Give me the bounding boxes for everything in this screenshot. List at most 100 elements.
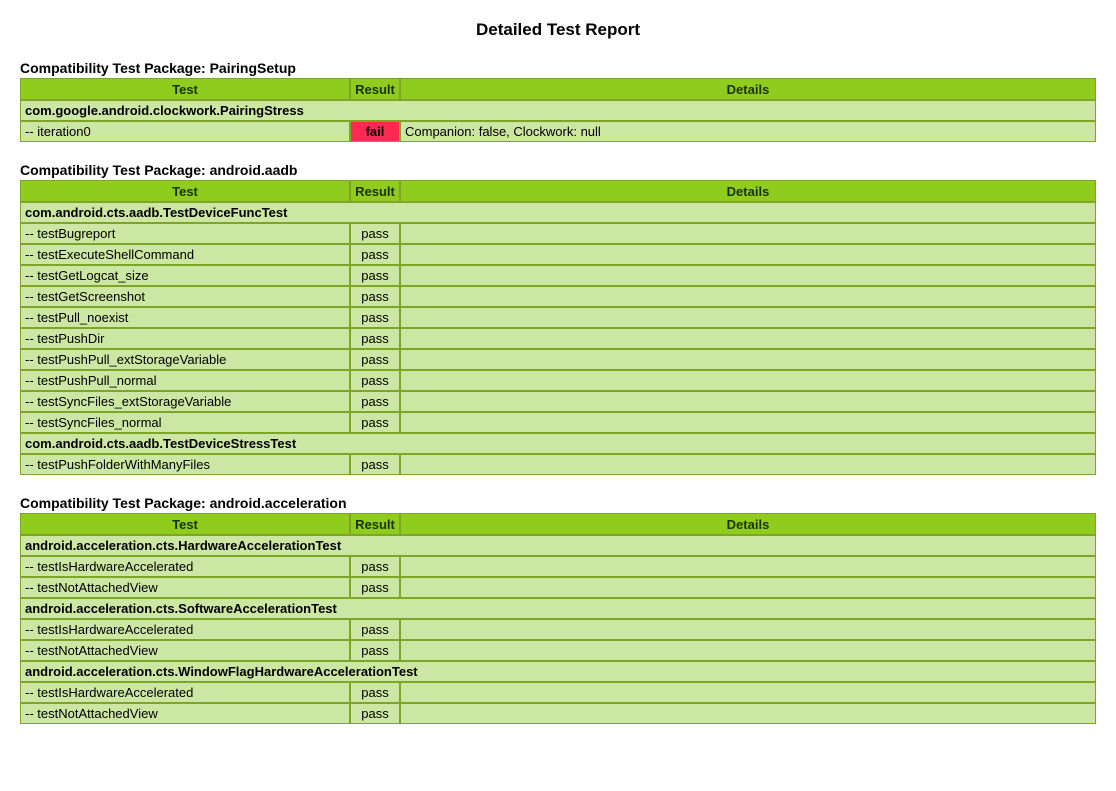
test-class-row: com.android.cts.aadb.TestDeviceFuncTest (20, 202, 1096, 223)
test-details (400, 265, 1096, 286)
test-name: -- testPushPull_extStorageVariable (20, 349, 350, 370)
test-row: -- testSyncFiles_extStorageVariablepass (20, 391, 1096, 412)
package-label: Compatibility Test Package: android.acce… (20, 495, 1096, 511)
test-details (400, 577, 1096, 598)
test-class-row: android.acceleration.cts.WindowFlagHardw… (20, 661, 1096, 682)
test-result: pass (350, 391, 400, 412)
test-row: -- testIsHardwareAcceleratedpass (20, 619, 1096, 640)
test-class-name: android.acceleration.cts.HardwareAcceler… (20, 535, 1096, 556)
test-class-name: android.acceleration.cts.WindowFlagHardw… (20, 661, 1096, 682)
package-table: TestResultDetailscom.google.android.cloc… (20, 78, 1096, 142)
test-name: -- testIsHardwareAccelerated (20, 556, 350, 577)
page-title: Detailed Test Report (20, 20, 1096, 40)
package-label: Compatibility Test Package: android.aadb (20, 162, 1096, 178)
test-details (400, 556, 1096, 577)
test-name: -- testBugreport (20, 223, 350, 244)
test-result: pass (350, 619, 400, 640)
test-details (400, 286, 1096, 307)
test-name: -- testPushDir (20, 328, 350, 349)
package-label-prefix: Compatibility Test Package: (20, 60, 210, 76)
test-result: pass (350, 370, 400, 391)
test-name: -- testGetScreenshot (20, 286, 350, 307)
test-result: pass (350, 412, 400, 433)
test-result: pass (350, 244, 400, 265)
test-details (400, 349, 1096, 370)
test-name: -- testPushPull_normal (20, 370, 350, 391)
test-class-name: com.android.cts.aadb.TestDeviceStressTes… (20, 433, 1096, 454)
test-row: -- testSyncFiles_normalpass (20, 412, 1096, 433)
package-name: android.aadb (210, 162, 298, 178)
test-result: pass (350, 640, 400, 661)
test-class-name: com.android.cts.aadb.TestDeviceFuncTest (20, 202, 1096, 223)
column-header-result: Result (350, 513, 400, 535)
test-row: -- testGetScreenshotpass (20, 286, 1096, 307)
test-row: -- iteration0failCompanion: false, Clock… (20, 121, 1096, 142)
package-label-prefix: Compatibility Test Package: (20, 162, 210, 178)
test-row: -- testPushPull_normalpass (20, 370, 1096, 391)
test-result: pass (350, 682, 400, 703)
test-result: pass (350, 454, 400, 475)
test-name: -- testNotAttachedView (20, 640, 350, 661)
package-name: PairingSetup (210, 60, 296, 76)
test-details (400, 370, 1096, 391)
package-label-prefix: Compatibility Test Package: (20, 495, 210, 511)
test-class-name: com.google.android.clockwork.PairingStre… (20, 100, 1096, 121)
test-result: pass (350, 349, 400, 370)
test-result: pass (350, 703, 400, 724)
test-result: pass (350, 286, 400, 307)
column-header-result: Result (350, 78, 400, 100)
test-details (400, 328, 1096, 349)
test-class-row: com.google.android.clockwork.PairingStre… (20, 100, 1096, 121)
column-header-test: Test (20, 180, 350, 202)
column-header-details: Details (400, 513, 1096, 535)
test-name: -- iteration0 (20, 121, 350, 142)
test-row: -- testExecuteShellCommandpass (20, 244, 1096, 265)
test-name: -- testIsHardwareAccelerated (20, 619, 350, 640)
test-result: pass (350, 307, 400, 328)
test-details (400, 223, 1096, 244)
test-details (400, 391, 1096, 412)
column-header-test: Test (20, 513, 350, 535)
test-class-row: android.acceleration.cts.HardwareAcceler… (20, 535, 1096, 556)
package-table: TestResultDetailscom.android.cts.aadb.Te… (20, 180, 1096, 475)
test-name: -- testGetLogcat_size (20, 265, 350, 286)
test-class-row: android.acceleration.cts.SoftwareAcceler… (20, 598, 1096, 619)
test-result: pass (350, 577, 400, 598)
test-details (400, 454, 1096, 475)
test-name: -- testSyncFiles_extStorageVariable (20, 391, 350, 412)
test-result: fail (350, 121, 400, 142)
test-row: -- testBugreportpass (20, 223, 1096, 244)
test-name: -- testNotAttachedView (20, 703, 350, 724)
test-row: -- testPushDirpass (20, 328, 1096, 349)
test-row: -- testIsHardwareAcceleratedpass (20, 556, 1096, 577)
test-row: -- testGetLogcat_sizepass (20, 265, 1096, 286)
test-name: -- testIsHardwareAccelerated (20, 682, 350, 703)
package-name: android.acceleration (210, 495, 347, 511)
column-header-test: Test (20, 78, 350, 100)
package-label: Compatibility Test Package: PairingSetup (20, 60, 1096, 76)
test-name: -- testExecuteShellCommand (20, 244, 350, 265)
test-result: pass (350, 328, 400, 349)
test-details (400, 619, 1096, 640)
test-name: -- testPushFolderWithManyFiles (20, 454, 350, 475)
test-row: -- testIsHardwareAcceleratedpass (20, 682, 1096, 703)
test-details (400, 640, 1096, 661)
test-name: -- testNotAttachedView (20, 577, 350, 598)
column-header-details: Details (400, 180, 1096, 202)
test-result: pass (350, 556, 400, 577)
package-table: TestResultDetailsandroid.acceleration.ct… (20, 513, 1096, 724)
test-details: Companion: false, Clockwork: null (400, 121, 1096, 142)
test-row: -- testPushPull_extStorageVariablepass (20, 349, 1096, 370)
test-details (400, 244, 1096, 265)
test-class-row: com.android.cts.aadb.TestDeviceStressTes… (20, 433, 1096, 454)
test-result: pass (350, 265, 400, 286)
test-row: -- testPushFolderWithManyFilespass (20, 454, 1096, 475)
test-row: -- testPull_noexistpass (20, 307, 1096, 328)
packages-container: Compatibility Test Package: PairingSetup… (20, 60, 1096, 724)
test-details (400, 307, 1096, 328)
test-result: pass (350, 223, 400, 244)
test-row: -- testNotAttachedViewpass (20, 640, 1096, 661)
test-name: -- testSyncFiles_normal (20, 412, 350, 433)
test-name: -- testPull_noexist (20, 307, 350, 328)
test-details (400, 703, 1096, 724)
